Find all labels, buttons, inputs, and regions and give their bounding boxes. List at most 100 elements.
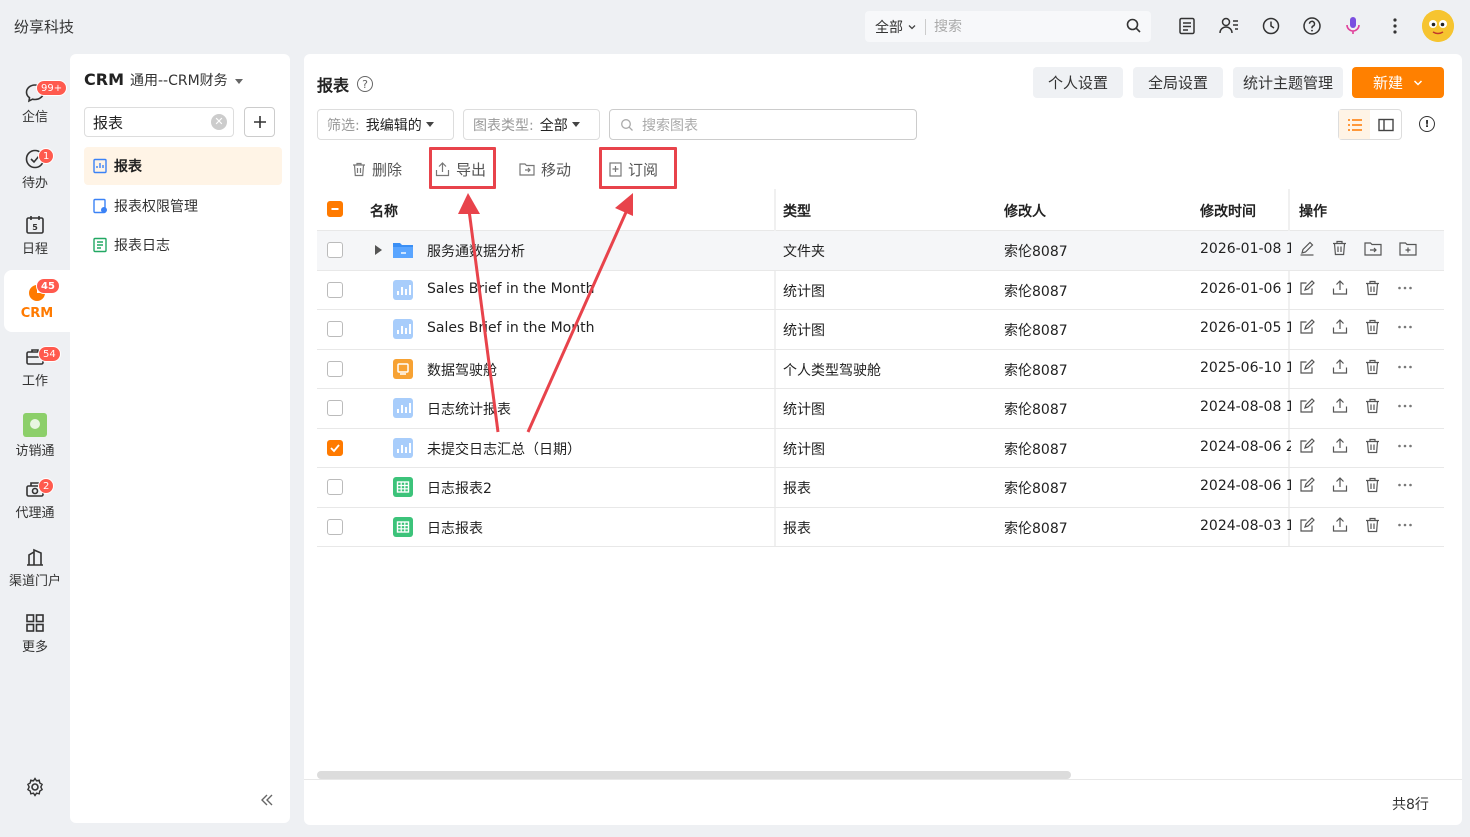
nav-item-report-permissions[interactable]: 报表权限管理 bbox=[84, 187, 282, 225]
edit-icon[interactable] bbox=[1299, 477, 1315, 493]
panel-view-icon[interactable] bbox=[1370, 110, 1401, 139]
more-horizontal-icon[interactable] bbox=[1397, 482, 1413, 488]
row-name[interactable]: 日志报表 bbox=[427, 518, 777, 538]
filter-dropdown[interactable]: 筛选: 我编辑的 bbox=[317, 109, 454, 140]
edit-icon[interactable] bbox=[1299, 319, 1315, 335]
trash-icon[interactable] bbox=[1365, 280, 1380, 296]
row-name[interactable]: 未提交日志汇总（日期） bbox=[427, 439, 777, 459]
row-checkbox[interactable] bbox=[327, 360, 343, 377]
row-name[interactable]: Sales Brief in the Month bbox=[427, 281, 777, 297]
row-name[interactable]: 日志统计报表 bbox=[427, 399, 777, 419]
question-icon[interactable]: ? bbox=[357, 76, 374, 92]
more-horizontal-icon[interactable] bbox=[1397, 285, 1413, 291]
trash-icon[interactable] bbox=[1365, 359, 1380, 375]
list-view-icon[interactable] bbox=[1339, 110, 1370, 139]
table-row[interactable]: 日志报表报表 索伦8087 2024-08-03 17 bbox=[317, 508, 1444, 547]
voice-assistant-icon[interactable] bbox=[1342, 15, 1364, 37]
rail-item-more[interactable]: 更多 bbox=[0, 602, 70, 664]
move-folder-icon[interactable] bbox=[1364, 241, 1382, 256]
trash-icon[interactable] bbox=[1332, 240, 1347, 256]
row-checkbox[interactable] bbox=[327, 321, 343, 337]
table-row[interactable]: 未提交日志汇总（日期） 统计图 索伦8087 2024-08-06 21 bbox=[317, 429, 1444, 468]
column-header-name[interactable]: 名称 bbox=[370, 201, 398, 221]
rail-item-calendar[interactable]: 5 日程 bbox=[0, 204, 70, 266]
chart-search-input[interactable]: 搜索图表 bbox=[609, 109, 917, 140]
trash-icon[interactable] bbox=[1365, 477, 1380, 493]
contacts-icon[interactable] bbox=[1218, 15, 1240, 37]
rail-item-messages[interactable]: 企信 99+ bbox=[0, 72, 70, 134]
expand-arrow-icon[interactable] bbox=[375, 245, 382, 255]
search-scope-dropdown[interactable]: 全部 bbox=[865, 17, 917, 37]
nav-item-reports[interactable]: 报表 bbox=[84, 147, 282, 185]
row-checkbox[interactable] bbox=[327, 281, 343, 298]
export-icon[interactable] bbox=[1332, 516, 1348, 533]
row-checkbox[interactable] bbox=[327, 518, 343, 535]
horizontal-scrollbar[interactable] bbox=[317, 771, 1071, 779]
row-name[interactable]: 日志报表2 bbox=[427, 478, 777, 498]
global-search-input[interactable] bbox=[934, 18, 1114, 35]
chart-type-dropdown[interactable]: 图表类型: 全部 bbox=[463, 109, 600, 140]
edit-icon[interactable] bbox=[1299, 437, 1315, 454]
table-row[interactable]: 日志报表2 报表 索伦8087 2024-08-06 10 bbox=[317, 468, 1444, 508]
table-row[interactable]: 日志统计报表统计图 索伦8087 2024-08-08 10 bbox=[317, 389, 1444, 429]
avatar[interactable] bbox=[1422, 10, 1454, 42]
nav-add-button[interactable] bbox=[244, 107, 275, 137]
nav-item-report-log[interactable]: 报表日志 bbox=[84, 226, 282, 264]
delete-action[interactable]: 删除 bbox=[352, 158, 402, 180]
more-horizontal-icon[interactable] bbox=[1397, 324, 1413, 330]
column-header-type[interactable]: 类型 bbox=[783, 201, 811, 221]
edit-icon[interactable] bbox=[1299, 279, 1315, 296]
more-horizontal-icon[interactable] bbox=[1397, 443, 1413, 449]
more-horizontal-icon[interactable] bbox=[1397, 522, 1413, 528]
rail-item-agent[interactable]: 代理通 2 bbox=[0, 468, 70, 530]
export-icon[interactable] bbox=[1332, 279, 1348, 296]
nav-title[interactable]: CRM 通用--CRM财务 bbox=[84, 70, 244, 90]
info-icon[interactable]: ! bbox=[1419, 116, 1435, 132]
row-checkbox[interactable] bbox=[327, 479, 343, 495]
row-name[interactable]: 数据驾驶舱 bbox=[427, 360, 777, 380]
export-icon[interactable] bbox=[1332, 319, 1348, 335]
row-name[interactable]: Sales Brief in the Month bbox=[427, 320, 777, 336]
trash-icon[interactable] bbox=[1365, 319, 1380, 335]
clock-icon[interactable] bbox=[1260, 15, 1282, 37]
table-row[interactable]: Sales Brief in the Month 统计图 索伦8087 2026-01… bbox=[317, 310, 1444, 350]
more-vertical-icon[interactable] bbox=[1384, 15, 1406, 37]
theme-management-button[interactable]: 统计主题管理 bbox=[1233, 67, 1343, 98]
row-checkbox[interactable] bbox=[327, 242, 343, 258]
nav-search-input[interactable]: 报表 ✕ bbox=[84, 107, 234, 137]
table-row[interactable]: Sales Brief in the Month 统计图 索伦8087 2026-01… bbox=[317, 271, 1444, 310]
move-action[interactable]: 移动 bbox=[519, 158, 571, 180]
rename-icon[interactable] bbox=[1299, 240, 1315, 256]
trash-icon[interactable] bbox=[1365, 398, 1380, 414]
collapse-panel-icon[interactable] bbox=[260, 792, 274, 811]
rail-item-todo[interactable]: 待办 1 bbox=[0, 138, 70, 200]
export-icon[interactable] bbox=[1332, 477, 1348, 493]
column-header-modified-time[interactable]: 修改时间 bbox=[1200, 201, 1256, 221]
row-name[interactable]: 服务通数据分析 bbox=[427, 241, 777, 261]
notes-icon[interactable] bbox=[1176, 15, 1198, 37]
table-row[interactable]: 数据驾驶舱个人类型驾驶舱 索伦8087 2025-06-10 14 bbox=[317, 350, 1444, 389]
add-folder-icon[interactable] bbox=[1399, 241, 1417, 256]
search-icon[interactable] bbox=[1125, 17, 1143, 35]
export-icon[interactable] bbox=[1332, 358, 1348, 375]
new-button[interactable]: 新建 bbox=[1352, 67, 1444, 98]
rail-item-visit-sales[interactable]: 访销通 bbox=[0, 404, 70, 466]
trash-icon[interactable] bbox=[1365, 438, 1380, 454]
rail-item-crm[interactable]: CRM 45 bbox=[4, 270, 70, 332]
global-settings-button[interactable]: 全局设置 bbox=[1133, 67, 1223, 98]
export-icon[interactable] bbox=[1332, 437, 1348, 454]
rail-item-channel-portal[interactable]: 渠道门户 bbox=[0, 536, 70, 598]
rail-item-work[interactable]: 工作 54 bbox=[0, 336, 70, 398]
edit-icon[interactable] bbox=[1299, 516, 1315, 533]
clear-icon[interactable]: ✕ bbox=[211, 114, 227, 130]
table-row[interactable]: 服务通数据分析文件夹 索伦8087 2026-01-08 17 bbox=[317, 231, 1444, 271]
personal-settings-button[interactable]: 个人设置 bbox=[1033, 67, 1123, 98]
select-all-checkbox[interactable] bbox=[327, 201, 343, 217]
rail-settings[interactable] bbox=[0, 756, 70, 818]
export-icon[interactable] bbox=[1332, 398, 1348, 414]
row-checkbox[interactable] bbox=[327, 439, 343, 456]
column-header-modifier[interactable]: 修改人 bbox=[1004, 201, 1046, 221]
more-horizontal-icon[interactable] bbox=[1397, 364, 1413, 370]
help-icon[interactable] bbox=[1301, 15, 1323, 37]
row-checkbox[interactable] bbox=[327, 400, 343, 416]
